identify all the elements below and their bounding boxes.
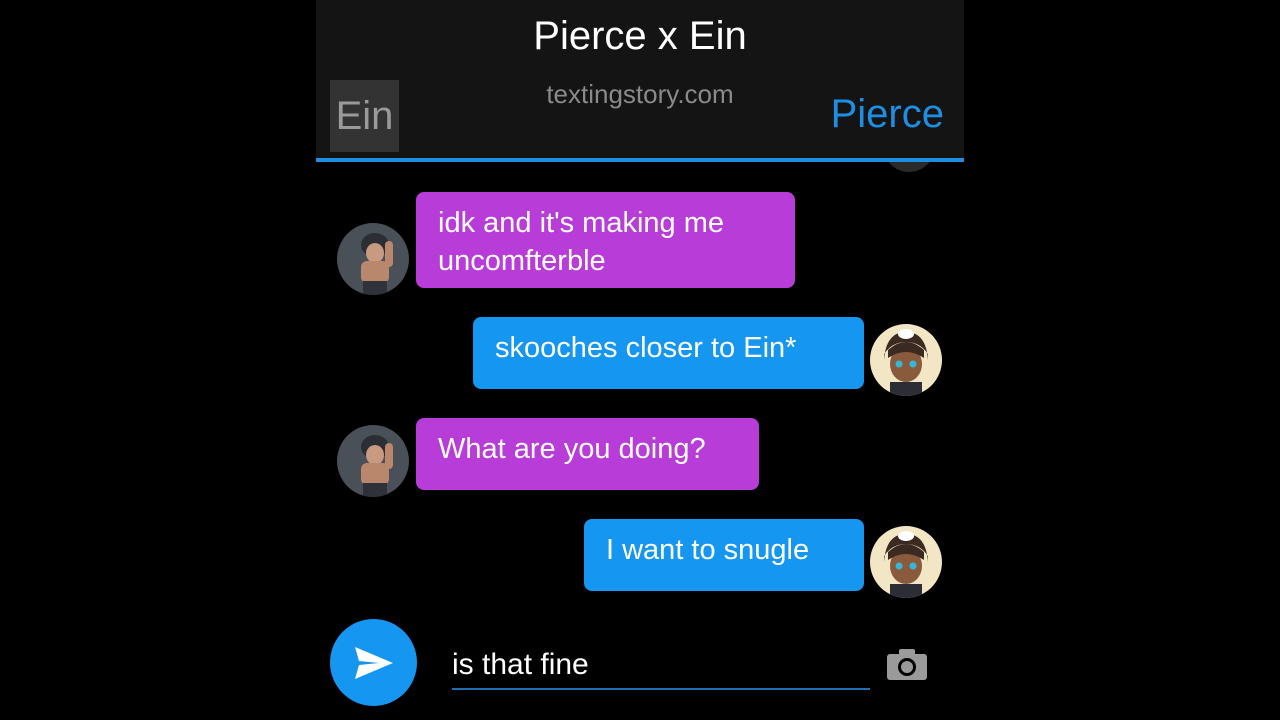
message-bubble-right: I want to snugle: [584, 519, 864, 591]
header-divider: [316, 158, 964, 162]
ein-avatar: [337, 223, 409, 295]
ein-avatar: [337, 425, 409, 497]
message-bubble-left: What are you doing?: [416, 418, 759, 490]
pierce-avatar: [870, 324, 942, 396]
camera-icon: [887, 649, 927, 680]
right-contact-name[interactable]: Pierce: [831, 92, 944, 137]
chat-app: Pierce x Ein textingstory.com Ein Pierce…: [316, 0, 964, 720]
chat-title: Pierce x Ein: [533, 14, 747, 58]
camera-button[interactable]: [885, 646, 929, 682]
left-contact-name[interactable]: Ein: [330, 80, 399, 152]
message-input[interactable]: is that fine: [452, 640, 870, 690]
message-bubble-right: skooches closer to Ein*: [473, 317, 864, 389]
send-button[interactable]: [330, 619, 417, 706]
message-bubble-left: idk and it's making me uncomfterble: [416, 192, 795, 288]
pierce-avatar: [870, 526, 942, 598]
send-icon: [354, 646, 393, 679]
chat-header: Pierce x Ein textingstory.com Ein Pierce: [316, 0, 964, 160]
